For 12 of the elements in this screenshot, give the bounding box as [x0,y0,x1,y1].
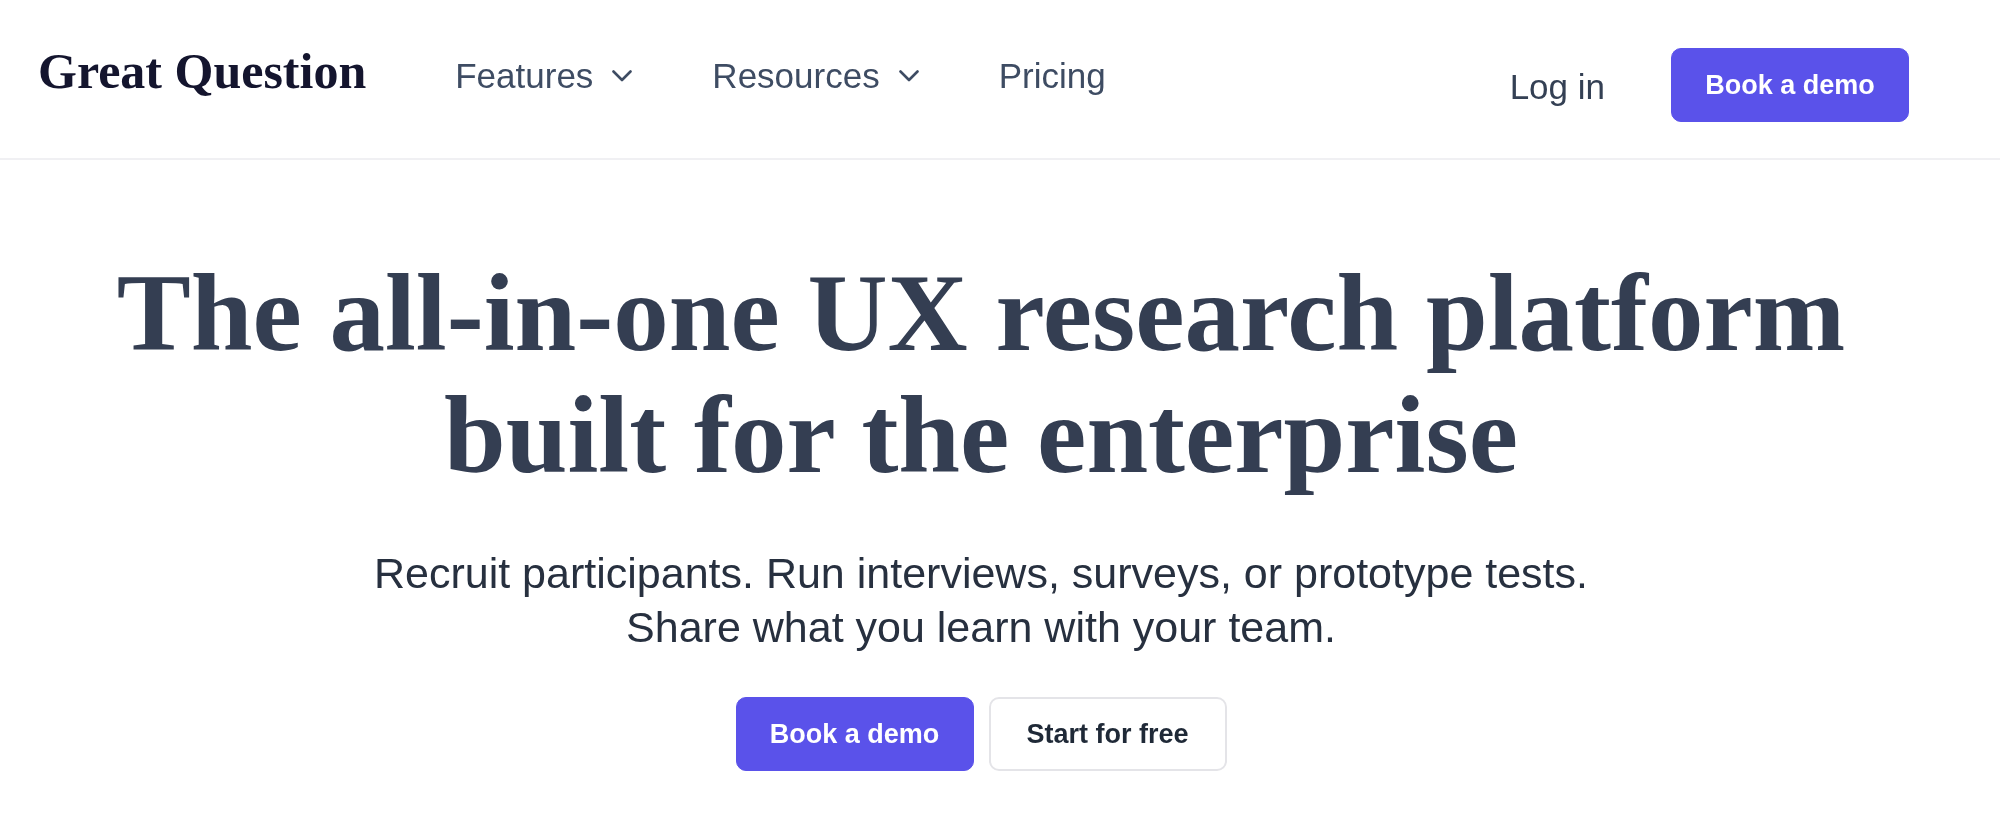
logo[interactable]: Great Question [38,43,367,99]
hero-headline: The all-in-one UX research platform built for the enterprise [115,252,1847,496]
chevron-down-icon [898,70,919,82]
nav-dropdown[interactable]: Features [455,56,633,96]
nav-link[interactable]: Pricing [998,56,1106,96]
chevron-down-icon [612,70,633,82]
demo-button[interactable]: Book a demo [1671,48,1909,122]
start-free-button[interactable]: Start for free [988,697,1227,771]
hero-subtitle: Recruit participants. Run interviews, surveys, or prototype tests. Share what you learn with your team. [372,548,1589,653]
nav-dropdown[interactable]: Resources [712,56,919,96]
demo-button[interactable]: Book a demo [735,697,974,771]
login-link[interactable]: Log in [1509,67,1605,107]
